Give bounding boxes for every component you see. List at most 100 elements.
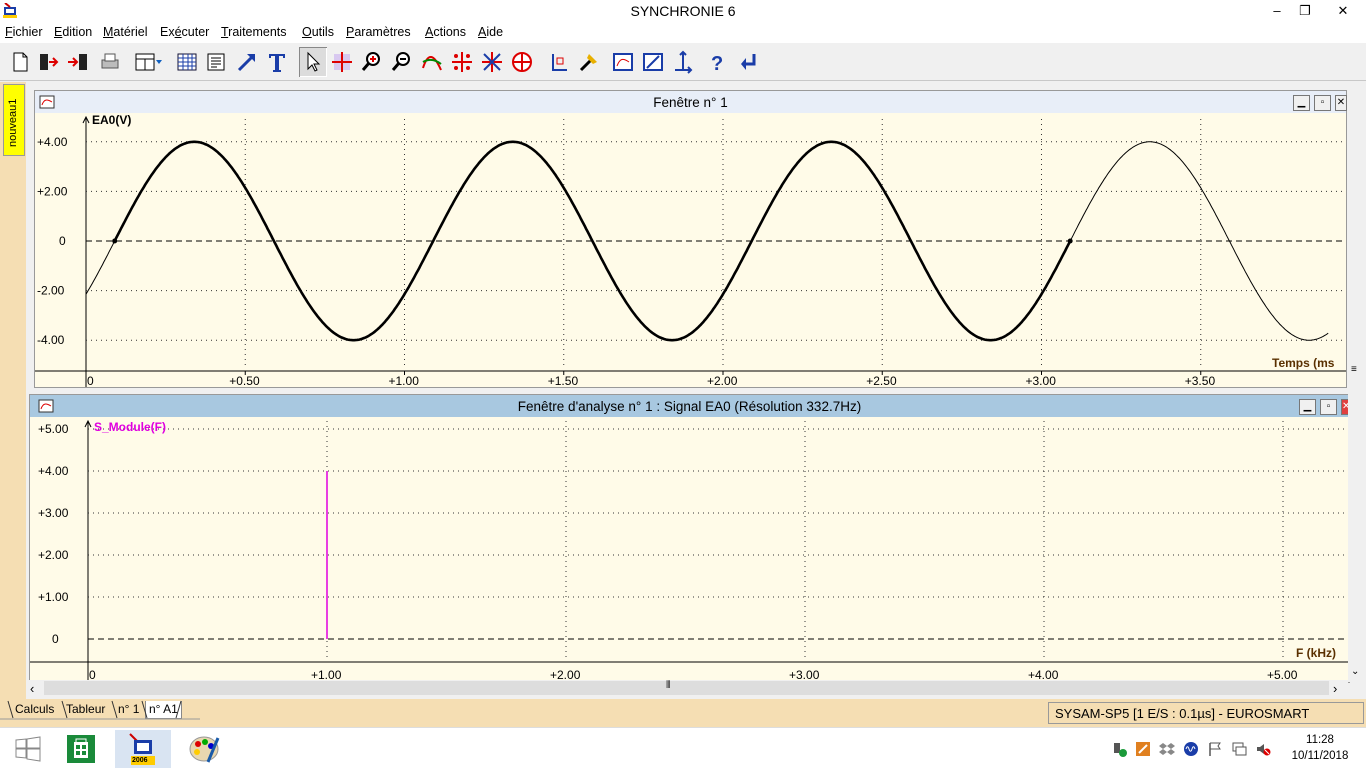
clock[interactable]: 11:28 10/11/2018 [1280,732,1360,764]
zoom-in-icon[interactable] [358,47,386,77]
graph-window-1[interactable]: Fenêtre n° 1 ▁ ▫ ✕ +4.00 +2.00 0 -2.00 -4.00… [34,90,1347,388]
svg-text:?: ? [711,53,723,74]
scroll-left-icon[interactable]: ‹ [30,681,34,696]
y-tick-label: +2.00 [38,548,69,562]
graph-window-1-maximize[interactable]: ▫ [1314,95,1331,111]
tray-usb-icon[interactable] [1110,740,1128,758]
x-axis-label: F (kHz) [1296,646,1336,660]
y-tick-label: +2.00 [37,184,68,198]
analysis-window-1-titlebar[interactable]: Fenêtre d'analyse n° 1 : Signal EA0 (Rés… [30,395,1350,417]
side-tab-nouveau1[interactable]: nouveau1 [3,84,25,156]
scroll-right-icon[interactable]: › [1333,681,1337,696]
menu-executer[interactable]: Exécuter [160,25,209,39]
menu-fichier[interactable]: Fichier [5,25,43,39]
axis-icon[interactable] [545,47,573,77]
menu-traitements[interactable]: Traitements [221,25,287,39]
pointer-icon[interactable] [299,47,327,77]
crosshair-points-icon[interactable] [448,47,476,77]
bottom-tab-bar: Calculs Tableur n° 1 n° A1 SYSAM-SP5 [1 … [0,699,1366,727]
menu-aide[interactable]: Aide [478,25,503,39]
notepad-icon[interactable] [202,47,230,77]
return-arrow-icon[interactable] [734,47,762,77]
graph-edit-icon[interactable] [639,47,667,77]
menu-edition[interactable]: Edition [54,25,92,39]
scroll-thumb[interactable] [44,681,1329,695]
synchronie-badge: 2006 [132,757,148,764]
tray-audio-icon[interactable] [1182,740,1200,758]
x-tick-label: +1.50 [548,374,579,387]
x-tick-label: +2.00 [707,374,738,387]
clock-time: 11:28 [1306,734,1334,746]
x-tick-label: +3.50 [1185,374,1216,387]
side-tab-label: nouveau1 [7,98,19,147]
time-signal-plot[interactable]: +4.00 +2.00 0 -2.00 -4.00 0 +0.50 +1.00 +1.50 +2.… [35,113,1346,387]
y-axis-label: EA0(V) [92,113,131,127]
save-file-icon[interactable] [64,47,92,77]
graph-window-1-close[interactable]: ✕ [1335,95,1347,111]
graph-window-1-minimize[interactable]: ▁ [1293,95,1310,111]
window-layout-icon[interactable] [131,47,167,77]
segment-endpoint [112,238,118,244]
x-axis-label: Temps (ms [1272,356,1335,370]
tray-network-icon[interactable] [1230,740,1248,758]
x-tick-label: +3.00 [1026,374,1057,387]
taskbar-paint[interactable] [176,730,232,768]
y-tick-label: +5.00 [38,422,69,436]
analysis-window-1-minimize[interactable]: ▁ [1299,399,1316,415]
spectrum-plot[interactable]: +5.00+4.00+3.00+2.00+1.0000 +1.00 +2.00 +3.… [30,417,1349,682]
tray-flag-icon[interactable] [1206,740,1224,758]
menu-materiel[interactable]: Matériel [103,25,147,39]
x-tick-label: +1.00 [389,374,420,387]
minimize-button[interactable]: ‒ [1262,0,1292,22]
vertical-scrollbar[interactable]: ≡ ⌄ [1348,82,1364,682]
menu-bar: Fichier Edition Matériel Exécuter Traite… [0,23,1366,43]
taskbar: 2006 11:28 10/11/2018 [0,727,1366,769]
cursor-cross-icon[interactable] [328,47,356,77]
help-icon[interactable]: ? [703,47,731,77]
analysis-window-1-maximize[interactable]: ▫ [1320,399,1337,415]
clock-date: 10/11/2018 [1291,750,1349,762]
app-title: SYNCHRONIE 6 [630,3,736,19]
y-tick-label: +4.00 [37,135,68,149]
taskbar-synchronie[interactable]: 2006 [115,730,171,768]
marker-icon[interactable] [575,47,603,77]
tray-dropbox-icon[interactable] [1158,740,1176,758]
scroll-grip-h-icon: ⦀ [666,680,671,691]
mdi-workspace: Fenêtre n° 1 ▁ ▫ ✕ +4.00 +2.00 0 -2.00 -4.00… [26,82,1366,699]
axis-arrows-icon[interactable] [669,47,697,77]
y-tick-label: +3.00 [38,506,69,520]
open-file-icon[interactable] [35,47,63,77]
toolbar: ? [0,44,1366,81]
analysis-window-1-title: Fenêtre d'analyse n° 1 : Signal EA0 (Rés… [517,399,862,414]
graph-window-1-titlebar[interactable]: Fenêtre n° 1 ▁ ▫ ✕ [35,91,1347,113]
new-document-icon[interactable] [6,47,34,77]
paint-palette-icon [189,736,220,763]
menu-outils[interactable]: Outils [302,25,334,39]
graph-window-icon[interactable] [609,47,637,77]
scroll-down-icon[interactable]: ⌄ [1351,666,1359,677]
y-tick-label: -4.00 [37,333,65,347]
delete-points-icon[interactable] [478,47,506,77]
print-icon[interactable] [96,47,124,77]
close-button[interactable]: ✕ [1320,0,1366,22]
segment-endpoint [1067,238,1073,244]
menu-parametres[interactable]: Paramètres [346,25,411,39]
zoom-out-icon[interactable] [388,47,416,77]
table-icon[interactable] [173,47,201,77]
taskbar-store[interactable] [53,730,109,768]
restore-button[interactable]: ❐ [1290,0,1320,22]
app-title-bar: SYNCHRONIE 6 ‒ ❐ ✕ [0,0,1366,23]
text-tool-icon[interactable] [263,47,291,77]
start-button[interactable] [0,730,56,768]
arrow-icon[interactable] [233,47,261,77]
y-tick-label: 0 [52,632,59,646]
analysis-window-1[interactable]: Fenêtre d'analyse n° 1 : Signal EA0 (Rés… [29,394,1350,683]
store-icon [67,735,95,763]
tray-volume-muted-icon[interactable] [1254,740,1272,758]
target-icon[interactable] [508,47,536,77]
curve-modeling-icon[interactable] [418,47,446,77]
horizontal-scrollbar[interactable]: ‹ ⦀ › [26,680,1348,697]
menu-actions[interactable]: Actions [425,25,466,39]
tray-app-icon[interactable] [1134,740,1152,758]
status-bar: SYSAM-SP5 [1 E/S : 0.1µs] - EUROSMART [1048,702,1364,724]
